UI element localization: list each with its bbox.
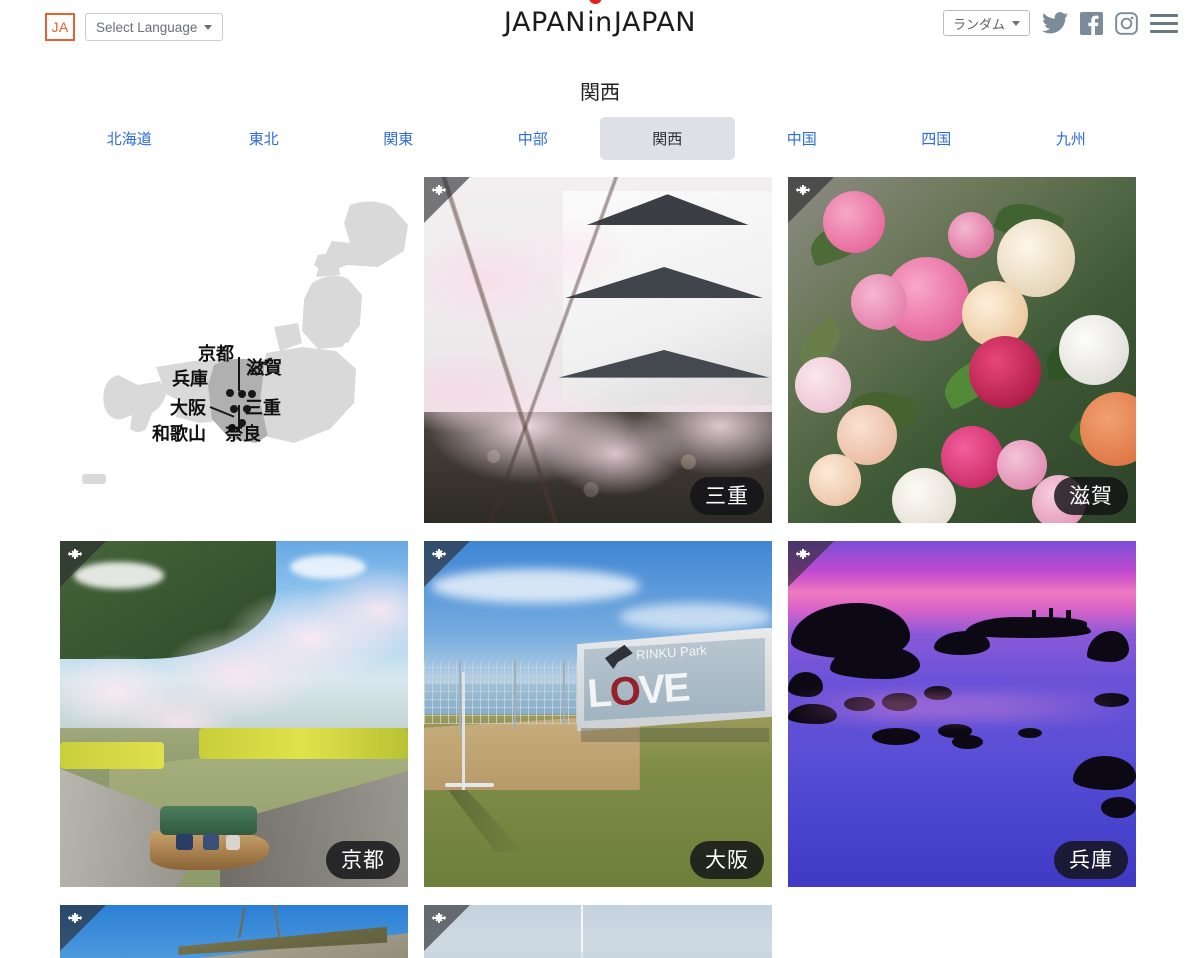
map-dot-兵庫[interactable] [226,389,234,397]
tab-中国[interactable]: 中国 [735,117,870,160]
canal-boat-under-cherry-blossoms [60,541,408,887]
logo-in-word: in [587,0,613,38]
select-language-label: Select Language [96,19,198,35]
map-label-大阪[interactable]: 大阪 [170,394,206,420]
tab-北海道[interactable]: 北海道 [62,117,197,160]
expand-arrows-icon[interactable] [67,912,83,928]
red-sun-dot-icon [589,0,603,4]
gallery-card-兵庫[interactable]: 兵庫 [788,541,1136,887]
header-left-group: JA Select Language [0,13,224,41]
expand-arrows-icon[interactable] [795,184,811,200]
prefecture-label-badge: 三重 [690,477,764,515]
map-label-京都[interactable]: 京都 [198,340,234,366]
map-label-和歌山[interactable]: 和歌山 [152,420,206,446]
twitter-icon[interactable] [1042,12,1068,34]
gallery-card-大阪[interactable]: RINKU Park LOVE 大阪 [424,541,772,887]
random-dropdown-label: ランダム [952,17,1005,33]
pink-and-white-rose-bouquet [788,177,1136,523]
map-dot-三重[interactable] [243,405,251,413]
rinku-park-love-monument: RINKU Park LOVE [424,541,772,887]
pale-sky-with-tower [424,905,772,958]
gallery-card[interactable] [60,905,408,958]
expand-arrows-icon[interactable] [67,548,83,564]
gallery-grid: 京都 滋賀 兵庫 大阪 三重 和歌山 奈良 三重 滋賀 京都 RINKU Par… [0,177,1200,958]
japan-map-icon [82,201,408,484]
monument-love-text: LOVE [585,664,690,716]
chevron-down-icon [204,24,213,30]
kansai-map[interactable]: 京都 滋賀 兵庫 大阪 三重 和歌山 奈良 [60,177,408,523]
expand-arrows-icon[interactable] [795,548,811,564]
random-dropdown[interactable]: ランダム [942,10,1030,36]
blue-sky-over-stone-wall [60,905,408,958]
expand-arrows-icon[interactable] [431,548,447,564]
expand-arrows-icon[interactable] [431,912,447,928]
tab-中部[interactable]: 中部 [466,117,601,160]
tab-関西[interactable]: 関西 [600,117,735,160]
instagram-icon[interactable] [1115,11,1138,35]
region-tabs: 北海道 東北 関東 中部 関西 中国 四国 九州 [0,117,1200,160]
map-leader-line [238,357,240,391]
gallery-card-三重[interactable]: 三重 [424,177,772,523]
cherry-blossoms-japanese-castle [424,177,772,523]
site-header: JA Select Language JAPAN in JAPAN ランダム [0,0,1200,54]
map-dot-大阪[interactable] [230,405,238,413]
gallery-card-滋賀[interactable]: 滋賀 [788,177,1136,523]
logo-text-in: in [587,7,613,38]
language-code-badge[interactable]: JA [45,13,75,41]
logo-text-part2: JAPAN [613,7,697,38]
header-right-group: ランダム [942,10,1178,36]
hamburger-menu-icon[interactable] [1150,13,1178,33]
logo-text-part1: JAPAN [503,7,587,38]
tab-九州[interactable]: 九州 [1004,117,1139,160]
select-language-dropdown[interactable]: Select Language [85,13,224,41]
tab-四国[interactable]: 四国 [869,117,1004,160]
prefecture-label-badge: 滋賀 [1054,477,1128,515]
facebook-icon[interactable] [1080,11,1103,35]
tab-東北[interactable]: 東北 [197,117,332,160]
prefecture-label-badge: 京都 [326,841,400,879]
site-logo[interactable]: JAPAN in JAPAN [503,0,697,38]
prefecture-label-badge: 兵庫 [1054,841,1128,879]
purple-sunset-rocky-seascape [788,541,1136,887]
map-label-滋賀[interactable]: 滋賀 [246,354,282,380]
tab-関東[interactable]: 関東 [331,117,466,160]
prefecture-label-badge: 大阪 [690,841,764,879]
gallery-card-京都[interactable]: 京都 [60,541,408,887]
map-dot-奈良[interactable] [238,419,246,427]
map-label-兵庫[interactable]: 兵庫 [172,365,208,391]
chevron-down-icon [1012,20,1020,26]
expand-arrows-icon[interactable] [431,184,447,200]
map-canvas: 京都 滋賀 兵庫 大阪 三重 和歌山 奈良 [60,177,408,523]
page-title: 関西 [580,80,620,104]
gallery-card[interactable] [424,905,772,958]
